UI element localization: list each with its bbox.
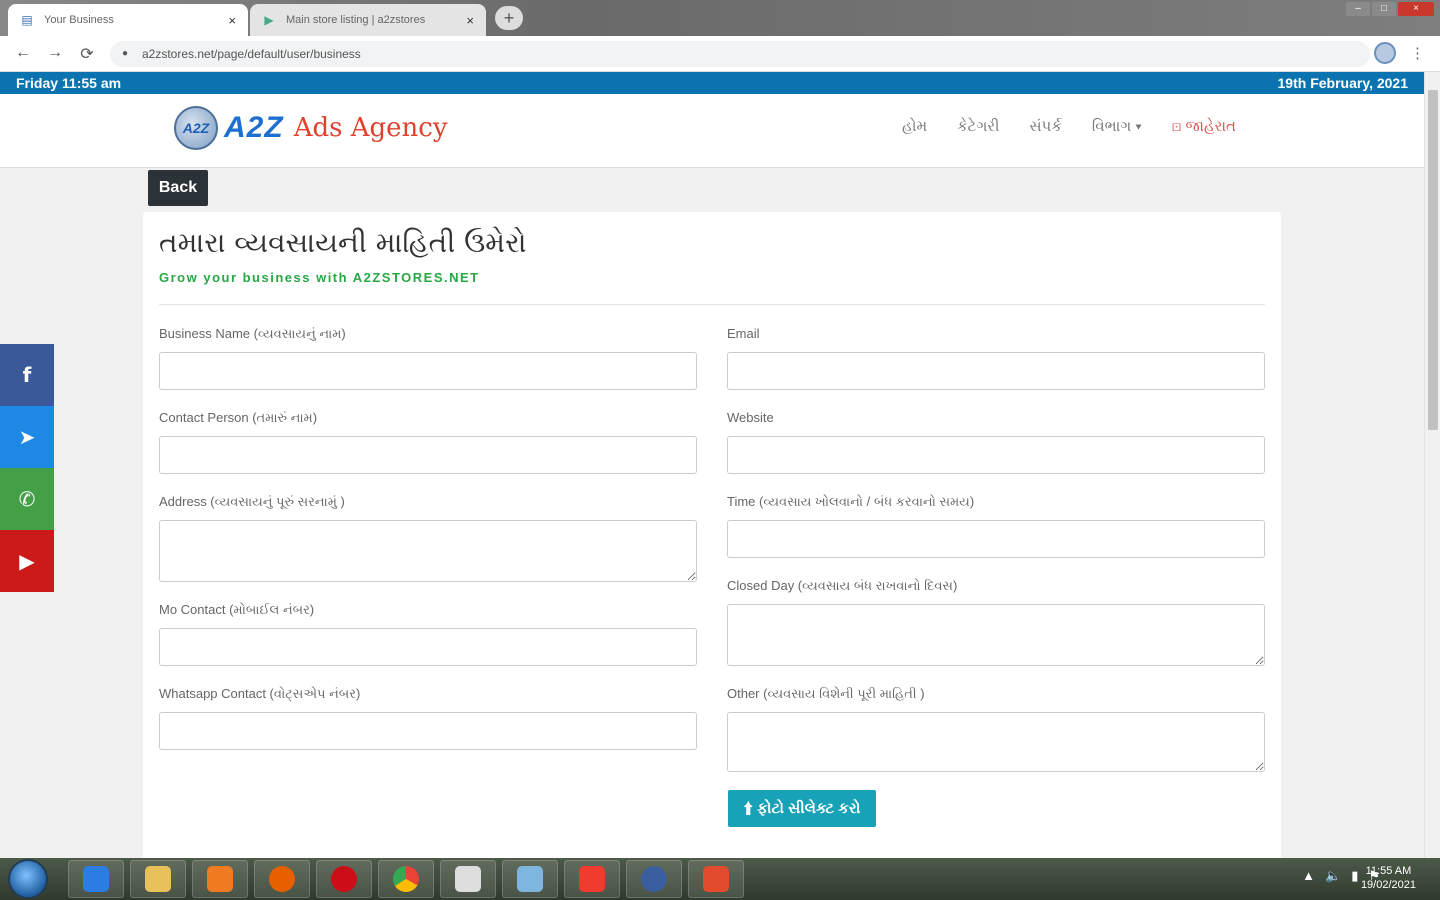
time-label: Time (વ્યવસાય ખોલવાનો / બંધ કરવાનો સમય): [727, 494, 975, 509]
tab-title: Your Business: [44, 14, 114, 26]
profile-avatar[interactable]: [1374, 42, 1396, 64]
youtube-icon[interactable]: ▶: [0, 530, 54, 592]
website-label: Website: [727, 410, 774, 425]
other-label: Other (વ્યવસાય વિશેની પૂરી માહિતી ): [727, 686, 925, 701]
clock-time: 11:55 AM: [1365, 865, 1412, 877]
url-text: a2zstores.net/page/default/user/business: [142, 47, 361, 61]
chrome-icon[interactable]: [378, 860, 434, 898]
site-header: A2Z A2Z Ads Agency હોમ કેટેગરી સંપર્ક વિ…: [0, 94, 1424, 168]
nav-department-dropdown[interactable]: વિભાગ ▾: [1092, 118, 1142, 135]
tray-expand-icon[interactable]: ▲: [1302, 868, 1315, 884]
firefox-icon[interactable]: [254, 860, 310, 898]
page-viewport: Friday 11:55 am 19th February, 2021 A2Z …: [0, 72, 1424, 858]
reload-icon[interactable]: ⟳: [76, 44, 98, 64]
nav-home[interactable]: હોમ: [902, 118, 927, 135]
app-icon-pdf[interactable]: [688, 860, 744, 898]
volume-icon[interactable]: 🔈: [1325, 868, 1341, 884]
business-name-label: Business Name (વ્યવસાયનું નામ): [159, 326, 346, 341]
back-arrow-icon[interactable]: ←: [12, 44, 34, 62]
facebook-icon[interactable]: f: [0, 344, 54, 406]
mobile-contact-input[interactable]: [159, 628, 697, 666]
new-tab-button[interactable]: +: [495, 6, 523, 30]
play-store-icon: ▶: [264, 13, 274, 27]
forward-arrow-icon[interactable]: →: [44, 44, 66, 62]
telegram-icon[interactable]: ➤: [0, 406, 54, 468]
logo-badge: A2Z: [174, 106, 218, 150]
upload-photo-button[interactable]: ⬆ ફોટો સીલેક્ટ કરો: [728, 790, 876, 827]
close-tab-icon[interactable]: ×: [228, 13, 236, 28]
maximize-button[interactable]: □: [1372, 2, 1396, 16]
app-icon-notes[interactable]: [502, 860, 558, 898]
form-title: તમારા વ્યવસાયની માહિતી ઉમેરો: [159, 226, 527, 259]
logo-sub-text: Ads Agency: [293, 113, 448, 143]
back-button[interactable]: Back: [148, 170, 208, 206]
page-icon: ▤: [21, 13, 33, 27]
closed-day-textarea[interactable]: [727, 604, 1265, 666]
day-time: Friday 11:55 am: [16, 75, 122, 91]
website-input[interactable]: [727, 436, 1265, 474]
start-button[interactable]: [8, 859, 48, 899]
nav-contact[interactable]: સંપર્ક: [1029, 118, 1061, 135]
contact-person-input[interactable]: [159, 436, 697, 474]
scrollbar-thumb[interactable]: [1428, 90, 1438, 430]
minimize-button[interactable]: –: [1346, 2, 1370, 16]
address-textarea[interactable]: [159, 520, 697, 582]
logo-main-text: A2Z: [224, 111, 284, 144]
business-form-card: તમારા વ્યવસાયની માહિતી ઉમેરો Grow your b…: [143, 212, 1281, 858]
page-scrollbar[interactable]: [1424, 72, 1440, 858]
top-info-bar: Friday 11:55 am 19th February, 2021: [0, 72, 1424, 94]
app-icon-media[interactable]: [626, 860, 682, 898]
social-share-bar: f ➤ ✆ ▶: [0, 344, 54, 592]
whatsapp-contact-input[interactable]: [159, 712, 697, 750]
file-explorer-icon[interactable]: [130, 860, 186, 898]
address-bar[interactable]: ● a2zstores.net/page/default/user/busine…: [110, 41, 1370, 67]
media-player-icon[interactable]: [192, 860, 248, 898]
lock-icon: ●: [122, 48, 129, 59]
browser-tab-your-business[interactable]: ▤ Your Business ×: [8, 4, 248, 36]
other-textarea[interactable]: [727, 712, 1265, 772]
contact-person-label: Contact Person (તમારું નામ): [159, 410, 318, 425]
business-name-input[interactable]: [159, 352, 697, 390]
browser-toolbar: ← → ⟳ ● a2zstores.net/page/default/user/…: [0, 36, 1440, 72]
window-controls: – □ ×: [1346, 2, 1434, 16]
time-input[interactable]: [727, 520, 1265, 558]
app-icon-anydesk[interactable]: [564, 860, 620, 898]
app-icon-printer[interactable]: [440, 860, 496, 898]
closed-day-label: Closed Day (વ્યવસાય બંધ રાખવાનો દિવસ): [727, 578, 958, 593]
form-subtitle: Grow your business with A2ZSTORES.NET: [159, 270, 480, 285]
clock-date: 19/02/2021: [1360, 879, 1416, 891]
windows-taskbar: ▲ 🔈 ▮ ⚑ 11:55 AM 19/02/2021: [0, 858, 1440, 900]
close-tab-icon[interactable]: ×: [466, 13, 474, 28]
system-clock[interactable]: 11:55 AM 19/02/2021: [1361, 864, 1416, 892]
whatsapp-icon[interactable]: ✆: [0, 468, 54, 530]
email-input[interactable]: [727, 352, 1265, 390]
network-icon[interactable]: ▮: [1351, 868, 1358, 884]
site-logo[interactable]: A2Z A2Z Ads Agency: [174, 106, 448, 150]
close-window-button[interactable]: ×: [1398, 2, 1434, 16]
whatsapp-contact-label: Whatsapp Contact (વોટ્સએપ નંબર): [159, 686, 361, 701]
browser-tab-strip: ▤ Your Business × ▶ Main store listing |…: [0, 0, 1440, 36]
mobile-contact-label: Mo Contact (મોબાઈલ નંબર): [159, 602, 315, 617]
divider: [159, 304, 1265, 305]
main-nav: હોમ કેટેગરી સંપર્ક વિભાગ ▾ ⊡ જાહેરાત: [902, 118, 1236, 135]
internet-explorer-icon[interactable]: [68, 860, 124, 898]
current-date: 19th February, 2021: [1277, 75, 1408, 91]
email-label: Email: [727, 326, 760, 341]
nav-advertise[interactable]: ⊡ જાહેરાત: [1172, 118, 1236, 135]
taskbar-apps: [68, 860, 744, 898]
tab-title: Main store listing | a2zstores: [286, 14, 426, 26]
opera-icon[interactable]: [316, 860, 372, 898]
address-label: Address (વ્યવસાયનું પૂરું સરનામું ): [159, 494, 345, 509]
browser-menu-icon[interactable]: ⋮: [1410, 44, 1425, 62]
nav-category[interactable]: કેટેગરી: [957, 118, 999, 135]
browser-tab-main-store-listing[interactable]: ▶ Main store listing | a2zstores ×: [250, 4, 486, 36]
